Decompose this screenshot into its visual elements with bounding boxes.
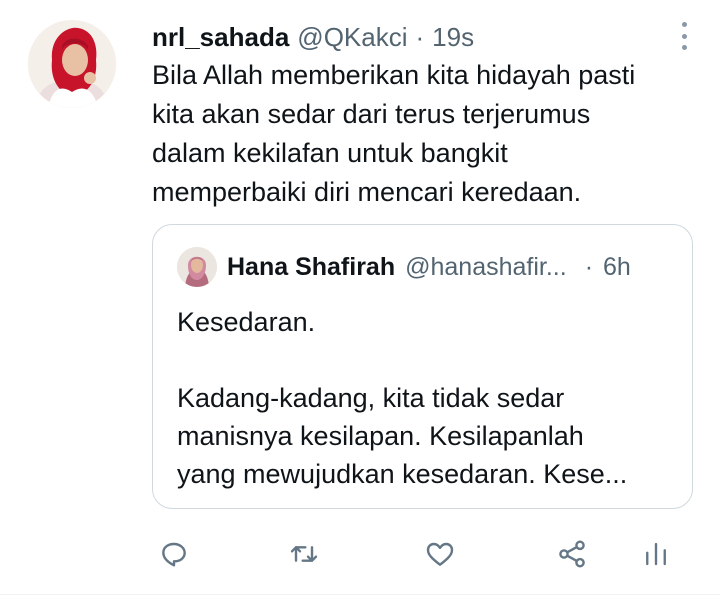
header-separator: · bbox=[415, 21, 425, 52]
analytics-button[interactable] bbox=[634, 532, 678, 576]
quoted-author-avatar-image bbox=[177, 247, 217, 287]
tweet-action-bar bbox=[152, 532, 692, 576]
quoted-author-avatar bbox=[177, 247, 217, 287]
like-icon bbox=[426, 542, 454, 566]
tweet-timestamp[interactable]: 19s bbox=[432, 22, 474, 53]
quoted-tweet-timestamp: 6h bbox=[603, 252, 631, 281]
author-handle[interactable]: @QKakci bbox=[297, 22, 407, 53]
analytics-icon bbox=[646, 542, 666, 566]
quoted-header-separator: · bbox=[584, 252, 594, 281]
quoted-author-handle: @hanashafir... bbox=[405, 252, 567, 281]
tweet-divider bbox=[0, 594, 720, 595]
like-button[interactable] bbox=[418, 532, 462, 576]
quoted-tweet-text: Kesedaran. Kadang-kadang, kita tidak sed… bbox=[177, 307, 628, 489]
tweet[interactable]: nrl_sahada @QKakci · 19s Bila Allah memb… bbox=[0, 0, 720, 597]
author-display-name[interactable]: nrl_sahada bbox=[152, 22, 289, 53]
reply-icon bbox=[162, 542, 186, 567]
author-avatar[interactable] bbox=[28, 20, 116, 108]
reply-button[interactable] bbox=[152, 532, 196, 576]
retweet-icon bbox=[290, 546, 318, 562]
more-options-icon[interactable] bbox=[674, 22, 694, 50]
retweet-button[interactable] bbox=[282, 532, 326, 576]
quoted-tweet[interactable]: Hana Shafirah @hanashafir... · 6h Keseda… bbox=[152, 224, 693, 509]
quoted-tweet-header: Hana Shafirah @hanashafir... · 6h bbox=[177, 247, 631, 287]
author-avatar-image bbox=[28, 20, 116, 108]
share-button[interactable] bbox=[550, 532, 594, 576]
share-icon bbox=[559, 540, 585, 568]
tweet-header: nrl_sahada @QKakci · 19s bbox=[152, 20, 474, 54]
tweet-text: Bila Allah memberikan kita hidayah pasti… bbox=[152, 60, 636, 207]
quoted-author-display-name: Hana Shafirah bbox=[227, 252, 396, 281]
